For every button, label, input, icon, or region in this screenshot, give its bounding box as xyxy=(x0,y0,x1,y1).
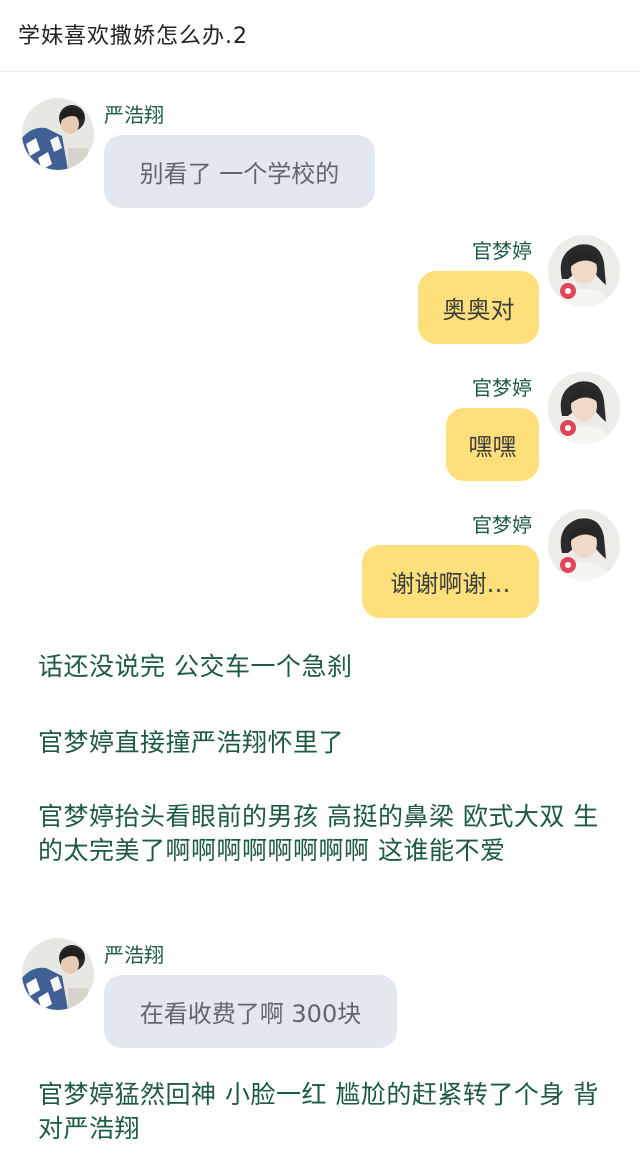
header: 学妹喜欢撒娇怎么办.2 xyxy=(0,0,640,72)
narration-text: 话还没说完 公交车一个急刹 xyxy=(38,652,353,681)
sender-name: 官梦婷 xyxy=(472,513,532,537)
message-bubble: 奥奥对 xyxy=(418,271,539,344)
girl-avatar-icon[interactable] xyxy=(548,372,620,444)
page-title: 学妹喜欢撒娇怎么办.2 xyxy=(18,24,248,49)
narration-text: 官梦婷直接撞严浩翔怀里了 xyxy=(38,728,345,757)
boy-avatar-icon[interactable] xyxy=(22,938,94,1010)
sender-name: 严浩翔 xyxy=(104,103,164,127)
narration-text: 官梦婷抬头看眼前的男孩 高挺的鼻梁 欧式大双 生的太完美了啊啊啊啊啊啊啊啊 这谁… xyxy=(38,802,599,865)
sender-name: 官梦婷 xyxy=(472,239,532,263)
boy-avatar-icon[interactable] xyxy=(22,98,94,170)
message-bubble: 别看了 一个学校的 xyxy=(104,135,375,208)
sender-name: 严浩翔 xyxy=(104,943,164,967)
message-bubble: 在看收费了啊 300块 xyxy=(104,975,397,1048)
girl-avatar-icon[interactable] xyxy=(548,509,620,581)
girl-avatar-icon[interactable] xyxy=(548,235,620,307)
sender-name: 官梦婷 xyxy=(472,376,532,400)
message-bubble: 嘿嘿 xyxy=(446,408,539,481)
narration-text: 官梦婷猛然回神 小脸一红 尴尬的赶紧转了个身 背对严浩翔 xyxy=(38,1080,599,1143)
message-bubble: 谢谢啊谢… xyxy=(362,545,539,618)
